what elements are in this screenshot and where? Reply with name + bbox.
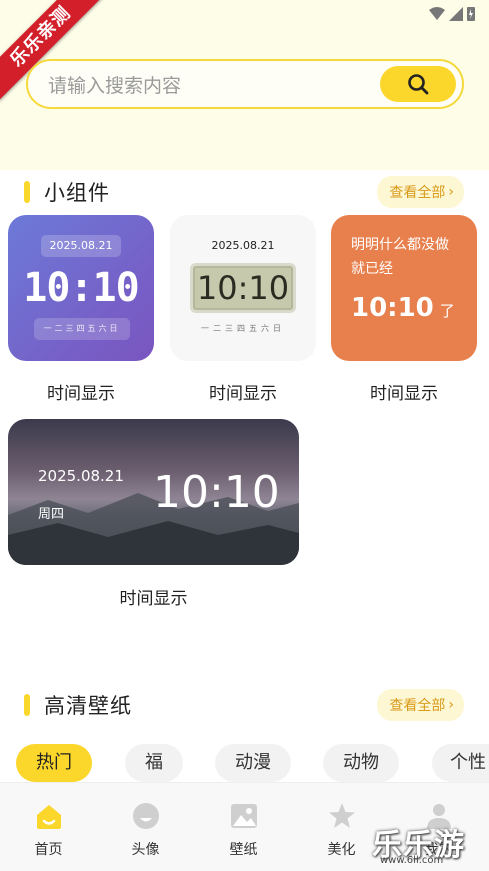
view-all-button[interactable]: 查看全部 › xyxy=(377,689,464,721)
widget-card[interactable]: 明明什么都没做就已经 10:10 了 xyxy=(331,215,477,361)
widget-date: 2025.08.21 xyxy=(211,239,275,252)
widget-date: 2025.08.21 xyxy=(41,235,121,257)
widget-time-value: 10:10 xyxy=(351,293,434,323)
section-title: 高清壁纸 xyxy=(44,694,132,718)
view-all-label: 查看全部 xyxy=(389,698,446,714)
status-bar xyxy=(429,6,475,21)
nav-wallpaper[interactable]: 壁纸 xyxy=(195,783,292,871)
tab-hot[interactable]: 热门 xyxy=(16,744,92,782)
watermark-url: www.6ll.com xyxy=(380,855,444,866)
widget-text: 明明什么都没做就已经 xyxy=(351,237,449,277)
widget-date: 2025.08.21 xyxy=(38,467,124,485)
signal-icon xyxy=(449,6,463,21)
widget-time-suffix: 了 xyxy=(439,302,455,320)
nav-label: 壁纸 xyxy=(229,842,258,858)
battery-icon xyxy=(467,7,475,21)
widget-time: 10:10 了 xyxy=(351,293,455,323)
avatar-icon xyxy=(133,803,159,829)
tab-anime[interactable]: 动漫 xyxy=(215,744,291,782)
star-icon xyxy=(329,803,355,828)
search-icon xyxy=(408,74,429,95)
chevron-right-icon: › xyxy=(448,184,454,200)
wallpaper-section-header: 高清壁纸 查看全部 › xyxy=(24,689,464,721)
image-icon xyxy=(231,804,257,828)
nav-home[interactable]: 首页 xyxy=(0,783,97,871)
search-bar[interactable]: 请输入搜索内容 xyxy=(26,59,464,109)
tab-personal[interactable]: 个性 xyxy=(432,744,489,782)
nav-label: 首页 xyxy=(34,842,63,858)
section-title: 小组件 xyxy=(44,181,110,205)
widget-time: 10:10 xyxy=(190,263,296,313)
tab-fu[interactable]: 福 xyxy=(125,744,183,782)
widget-card[interactable]: 2025.08.21 10:10 一二三四五六日 xyxy=(170,215,316,361)
search-input[interactable]: 请输入搜索内容 xyxy=(48,71,380,98)
wifi-icon xyxy=(429,6,445,20)
widget-label: 时间显示 xyxy=(119,589,188,609)
section-accent-bar xyxy=(24,694,30,716)
widget-time: 10:10 xyxy=(23,265,139,311)
view-all-label: 查看全部 xyxy=(389,185,446,201)
widget-time: 10:10 xyxy=(153,467,280,518)
widget-label: 时间显示 xyxy=(370,384,438,404)
widget-day: 周四 xyxy=(38,507,65,522)
nav-label: 头像 xyxy=(131,842,160,858)
view-all-button[interactable]: 查看全部 › xyxy=(377,176,464,208)
widget-label: 时间显示 xyxy=(209,384,277,404)
section-accent-bar xyxy=(24,181,30,203)
widget-weekdays: 一二三四五六日 xyxy=(201,324,285,333)
widgets-section-header: 小组件 查看全部 › xyxy=(24,176,464,208)
nav-avatar[interactable]: 头像 xyxy=(97,783,194,871)
home-icon xyxy=(37,805,61,829)
search-button[interactable] xyxy=(380,66,456,102)
widget-label: 时间显示 xyxy=(47,384,115,404)
widget-card[interactable]: 2025.08.21 10:10 一二三四五六日 xyxy=(8,215,154,361)
widget-weekdays: 一二三四五六日 xyxy=(34,318,130,340)
tab-animal[interactable]: 动物 xyxy=(323,744,399,782)
widget-card[interactable]: 2025.08.21 周四 10:10 xyxy=(8,419,299,565)
chevron-right-icon: › xyxy=(448,697,454,713)
